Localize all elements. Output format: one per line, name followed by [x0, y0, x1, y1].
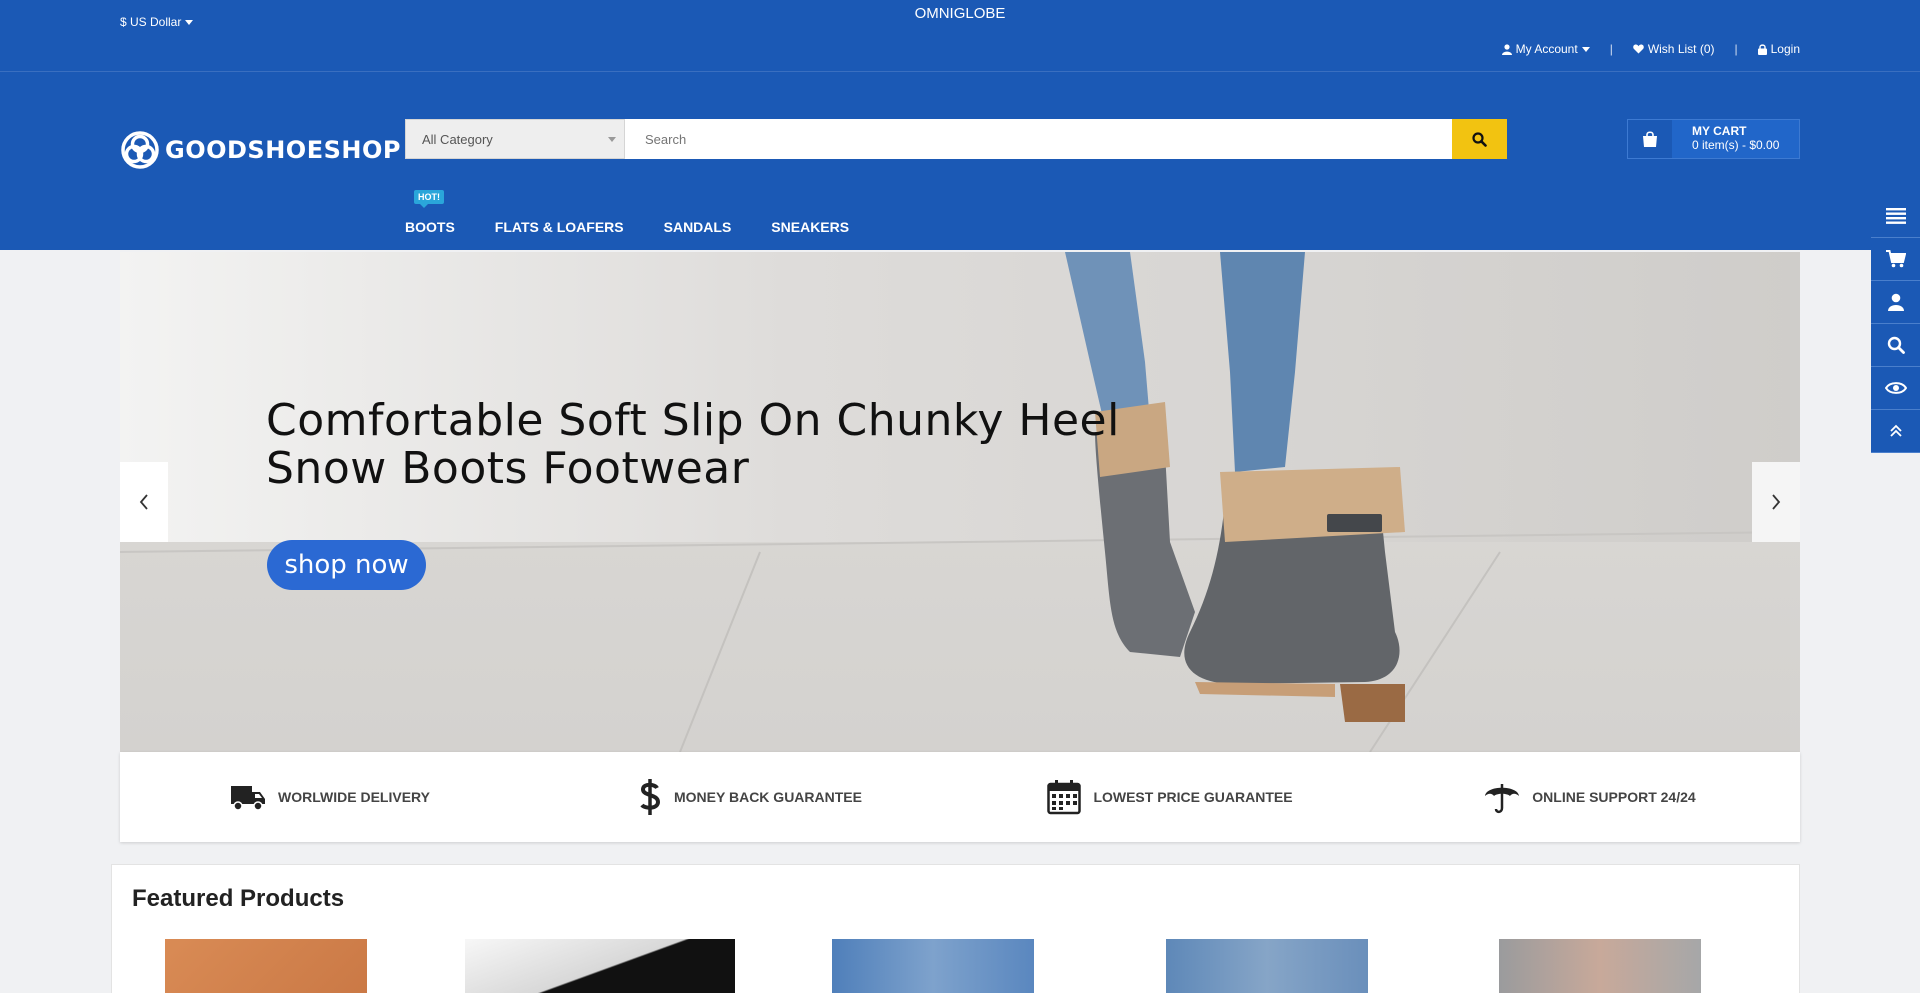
- truck-icon: [231, 786, 266, 811]
- sidebar-search-button[interactable]: [1871, 324, 1920, 367]
- featured-products-section: Featured Products: [111, 864, 1800, 993]
- product-image[interactable]: [1166, 939, 1368, 993]
- nav-item-label: SANDALS: [663, 219, 732, 235]
- section-title: Featured Products: [132, 885, 345, 912]
- sidebar-view-button[interactable]: [1871, 367, 1920, 410]
- lock-icon: [1757, 43, 1767, 55]
- logo-icon: [121, 131, 159, 169]
- chevron-down-icon: [608, 137, 616, 142]
- chevrons-up-icon: [1889, 424, 1902, 437]
- site-name: OMNIGLOBE: [914, 5, 1006, 22]
- wish-list-link[interactable]: Wish List (0): [1633, 42, 1715, 56]
- site-logo[interactable]: GOODSHOESHOP: [120, 130, 401, 170]
- menu-icon: [1885, 208, 1906, 224]
- account-links: My Account | Wish List (0) | Login: [1501, 42, 1800, 56]
- my-account-label: My Account: [1515, 42, 1578, 56]
- nav-item-label: SNEAKERS: [771, 219, 850, 235]
- banner-boots-image: [120, 252, 1800, 752]
- heart-icon: [1633, 44, 1644, 54]
- product-image[interactable]: [165, 939, 367, 993]
- divider: |: [1734, 42, 1738, 56]
- banner-headline: Comfortable Soft Slip On Chunky Heel Sno…: [266, 395, 1120, 494]
- search-button[interactable]: [1452, 119, 1507, 159]
- shop-now-button[interactable]: shop now: [267, 540, 426, 590]
- feature-lowest-price: LOWEST PRICE GUARANTEE: [960, 752, 1380, 842]
- nav-item-label: FLATS & LOAFERS: [494, 219, 624, 235]
- shopping-bag-icon: [1628, 120, 1672, 158]
- cart-button[interactable]: MY CART 0 item(s) - $0.00: [1627, 119, 1800, 159]
- cart-icon: [1885, 250, 1906, 268]
- feature-label: ONLINE SUPPORT 24/24: [1532, 789, 1696, 805]
- slider-prev-button[interactable]: [120, 462, 168, 542]
- sidebar-cart-button[interactable]: [1871, 238, 1920, 281]
- wish-list-label: Wish List (0): [1647, 42, 1715, 56]
- main-nav: HOT! BOOTS FLATS & LOAFERS SANDALS SNEAK…: [405, 190, 849, 235]
- feature-label: MONEY BACK GUARANTEE: [674, 789, 862, 805]
- features-bar: WORLWIDE DELIVERY MONEY BACK GUARANTEE L…: [120, 752, 1800, 842]
- search-bar: All Category: [405, 119, 1507, 159]
- caret-down-icon: [1581, 46, 1590, 52]
- feature-online-support: ONLINE SUPPORT 24/24: [1380, 752, 1800, 842]
- nav-item-boots[interactable]: HOT! BOOTS: [405, 190, 455, 235]
- eye-icon: [1884, 382, 1907, 394]
- cart-title: MY CART: [1692, 124, 1747, 138]
- nav-item-sandals[interactable]: SANDALS: [664, 219, 732, 235]
- back-to-top-button[interactable]: [1871, 410, 1920, 453]
- calendar-icon: [1047, 780, 1082, 815]
- category-select-value: All Category: [422, 131, 493, 147]
- header: GOODSHOESHOP All Category MY CART 0 item…: [0, 72, 1920, 250]
- category-select[interactable]: All Category: [405, 119, 625, 159]
- chevron-left-icon: [139, 494, 148, 510]
- slider-next-button[interactable]: [1752, 462, 1800, 542]
- menu-button[interactable]: [1871, 195, 1920, 238]
- product-image[interactable]: [465, 939, 735, 993]
- floating-sidebar: [1871, 195, 1920, 453]
- cart-summary: 0 item(s) - $0.00: [1692, 138, 1780, 152]
- hero-banner: Comfortable Soft Slip On Chunky Heel Sno…: [120, 252, 1800, 752]
- nav-item-label: BOOTS: [405, 219, 455, 235]
- search-input[interactable]: [625, 119, 1452, 159]
- umbrella-icon: [1485, 784, 1520, 814]
- nav-item-sneakers[interactable]: SNEAKERS: [771, 219, 849, 235]
- divider: |: [1609, 42, 1613, 56]
- product-image[interactable]: [1499, 939, 1701, 993]
- feature-worldwide-delivery: WORLWIDE DELIVERY: [120, 752, 540, 842]
- search-icon: [1887, 336, 1905, 354]
- dollar-icon: [640, 779, 661, 815]
- feature-label: WORLWIDE DELIVERY: [278, 789, 430, 805]
- nav-item-flats-loafers[interactable]: FLATS & LOAFERS: [495, 219, 624, 235]
- user-icon: [1501, 43, 1512, 55]
- top-bar: $ US Dollar OMNIGLOBE My Account | Wish …: [0, 0, 1920, 72]
- hot-badge: HOT!: [414, 190, 444, 208]
- user-icon: [1887, 293, 1904, 311]
- my-account-link[interactable]: My Account: [1501, 42, 1590, 56]
- product-image[interactable]: [832, 939, 1034, 993]
- sidebar-account-button[interactable]: [1871, 281, 1920, 324]
- login-link[interactable]: Login: [1757, 42, 1800, 56]
- feature-money-back: MONEY BACK GUARANTEE: [540, 752, 960, 842]
- feature-label: LOWEST PRICE GUARANTEE: [1093, 789, 1293, 805]
- search-icon: [1472, 131, 1487, 147]
- chevron-right-icon: [1772, 494, 1781, 510]
- login-label: Login: [1770, 42, 1800, 56]
- logo-text: GOODSHOESHOP: [165, 136, 401, 164]
